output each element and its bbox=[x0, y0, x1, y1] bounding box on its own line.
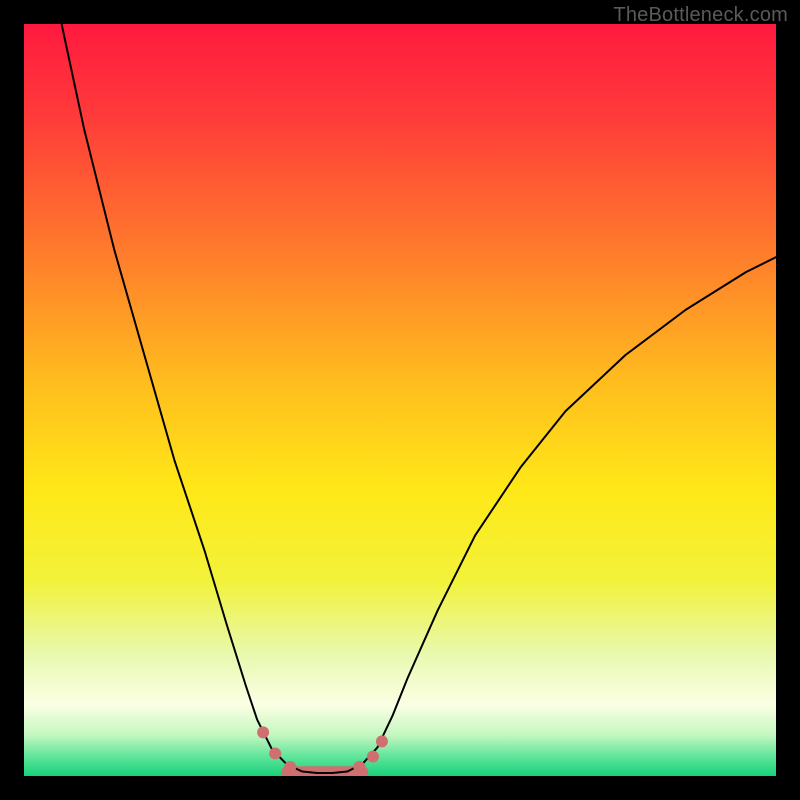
curve-marker bbox=[284, 761, 296, 773]
curve-marker bbox=[353, 761, 365, 773]
curve-marker bbox=[269, 747, 281, 759]
bottleneck-chart bbox=[24, 24, 776, 776]
chart-container bbox=[24, 24, 776, 776]
app-frame: TheBottleneck.com bbox=[0, 0, 800, 800]
watermark-text: TheBottleneck.com bbox=[613, 4, 788, 27]
curve-marker bbox=[367, 750, 379, 762]
chart-background bbox=[24, 24, 776, 776]
curve-marker bbox=[376, 735, 388, 747]
curve-marker bbox=[257, 726, 269, 738]
